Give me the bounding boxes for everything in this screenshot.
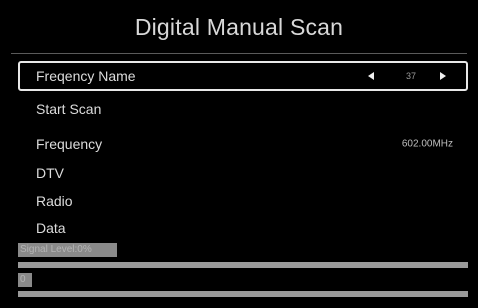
signal-level-bar — [18, 262, 468, 268]
frequency-value: 602.00MHz — [401, 138, 453, 150]
title-divider — [11, 53, 467, 54]
menu-item-dtv[interactable]: DTV — [18, 158, 468, 188]
menu-item-start-scan[interactable]: Start Scan — [18, 94, 468, 124]
menu-item-frequency[interactable]: Frequency 602.00MHz — [18, 129, 468, 159]
signal-level-label-box: Signal Level:0% — [18, 243, 117, 257]
signal-quality-label: 0 — [20, 274, 26, 285]
signal-quality-bar — [18, 291, 468, 297]
arrow-left-icon[interactable] — [368, 72, 374, 80]
menu-item-freqency-name[interactable]: Freqency Name 37 — [18, 61, 468, 91]
signal-level-label: Signal Level:0% — [20, 244, 92, 255]
page-title: Digital Manual Scan — [134, 14, 344, 40]
menu-item-label: Freqency Name — [36, 68, 136, 84]
signal-quality-label-box: 0 — [18, 273, 32, 287]
menu-item-label: Frequency — [36, 136, 103, 152]
menu-item-label: Data — [36, 220, 66, 236]
menu-item-label: Start Scan — [36, 101, 102, 117]
menu-item-label: Radio — [36, 193, 73, 209]
menu-item-data[interactable]: Data — [18, 213, 468, 243]
arrow-right-icon[interactable] — [440, 72, 446, 80]
menu-item-label: DTV — [36, 165, 64, 181]
channel-number-value: 37 — [405, 71, 416, 81]
menu-item-radio[interactable]: Radio — [18, 186, 468, 216]
